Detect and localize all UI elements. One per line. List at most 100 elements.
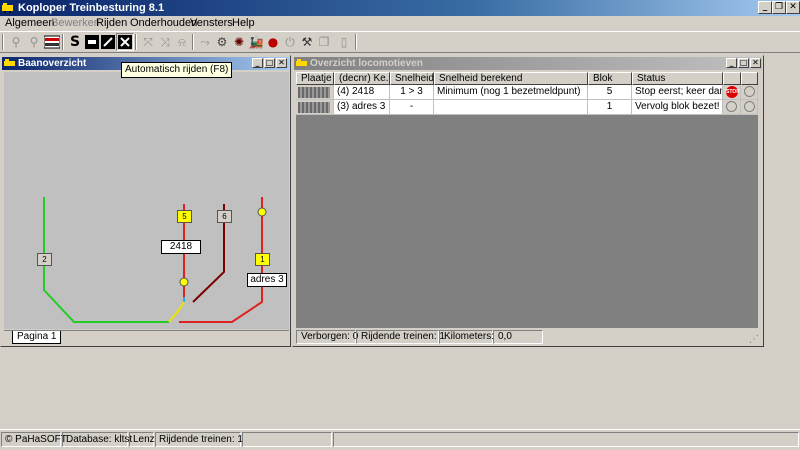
table-cell-light[interactable] bbox=[741, 100, 758, 115]
table-cell-stop[interactable]: STOP bbox=[723, 85, 741, 100]
menu-algemeen[interactable]: Algemeen bbox=[5, 17, 55, 30]
signal-light[interactable] bbox=[179, 277, 189, 287]
table-cell-block[interactable]: 1 bbox=[588, 100, 632, 115]
indicator-light-icon[interactable] bbox=[726, 101, 737, 112]
column-header[interactable]: (decnr) Ke... bbox=[334, 72, 390, 85]
block-label[interactable]: 2 bbox=[37, 253, 52, 266]
table-cell-block[interactable]: 5 bbox=[588, 85, 632, 100]
window-close-button[interactable]: ✕ bbox=[276, 58, 287, 68]
table-cell-light[interactable] bbox=[741, 85, 758, 100]
toolbar-separator bbox=[355, 34, 357, 50]
page-tabs: Pagina 1 bbox=[4, 330, 289, 345]
booster-icon[interactable] bbox=[43, 33, 61, 51]
restore-button[interactable]: ❐ bbox=[772, 1, 786, 14]
column-header[interactable]: Plaatje bbox=[296, 72, 334, 85]
toolbar: ⚲ ⚲ S ⤧ ⤨ ⍾ ⤳ ⚙ ✺ 🚂 ● ⏻ ⚒ ❐ ▯ bbox=[0, 31, 800, 53]
train-icon bbox=[4, 59, 15, 66]
loco-label[interactable]: adres 3 bbox=[247, 273, 287, 287]
status-system: Lenz bbox=[129, 432, 155, 447]
locomotive-table: Plaatje (decnr) Ke... Snelheid Snelheid … bbox=[296, 72, 758, 328]
table-cell-status[interactable]: Stop eerst; keer dan! bbox=[632, 85, 723, 100]
block-label[interactable]: 5 bbox=[177, 210, 192, 223]
status-driving: Rijdende treinen: 1 bbox=[155, 432, 243, 447]
table-cell-computed[interactable]: Minimum (nog 1 bezetmeldpunt) bbox=[434, 85, 588, 100]
menu-bar: Algemeen Bewerken Rijden Onderhouden Ven… bbox=[0, 16, 800, 31]
table-cell-plaatje bbox=[296, 85, 334, 100]
page-icon[interactable]: ▯ bbox=[335, 33, 353, 51]
status-panel bbox=[242, 432, 332, 447]
column-header[interactable]: Status bbox=[632, 72, 723, 85]
app-title-bar: Koploper Treinbesturing 8.1 _ ❐ ✕ bbox=[0, 0, 800, 16]
table-cell-name[interactable]: (3) adres 3 bbox=[334, 100, 390, 115]
locomotive-icon[interactable]: 🚂 bbox=[247, 33, 265, 51]
s-button[interactable]: S bbox=[66, 33, 84, 51]
locomotive-image bbox=[298, 87, 330, 98]
menu-onderhouden[interactable]: Onderhouden bbox=[130, 17, 197, 30]
tools-icon[interactable]: ⚒ bbox=[298, 33, 316, 51]
window-minimize-button[interactable]: _ bbox=[252, 58, 263, 68]
menu-rijden[interactable]: Rijden bbox=[96, 17, 127, 30]
key-icon[interactable]: ⚲ bbox=[7, 33, 25, 51]
toolbar-separator bbox=[135, 34, 137, 50]
close-button[interactable]: ✕ bbox=[786, 1, 800, 14]
stop-sign-icon[interactable]: STOP bbox=[726, 86, 740, 98]
menu-bewerken[interactable]: Bewerken bbox=[51, 17, 100, 30]
switch-icon[interactable]: ⤳ bbox=[196, 33, 214, 51]
copy-icon[interactable]: ❐ bbox=[315, 33, 333, 51]
app-title: Koploper Treinbesturing 8.1 bbox=[18, 2, 165, 14]
manual-drive-icon[interactable] bbox=[99, 33, 117, 51]
block-label[interactable]: 1 bbox=[255, 253, 270, 266]
window-maximize-button[interactable]: □ bbox=[264, 58, 275, 68]
kilometers-label: Kilometers: bbox=[439, 330, 494, 344]
record-icon[interactable]: ● bbox=[264, 33, 282, 51]
train-app-icon bbox=[2, 3, 13, 13]
menu-help[interactable]: Help bbox=[232, 17, 255, 30]
toolbar-grip bbox=[2, 34, 4, 50]
automatic-drive-icon[interactable] bbox=[116, 33, 134, 51]
table-cell-name[interactable]: (4) 2418 bbox=[334, 85, 390, 100]
table-cell-status[interactable]: Vervolg blok bezet! bbox=[632, 100, 723, 115]
route2-icon[interactable]: ⤨ bbox=[156, 33, 174, 51]
window-maximize-button[interactable]: □ bbox=[738, 58, 749, 68]
table-cell-plaatje bbox=[296, 100, 334, 115]
overzicht-locomotieven-window: Overzicht locomotieven _ □ ✕ Plaatje (de… bbox=[292, 55, 764, 347]
table-cell-speed[interactable]: 1 > 3 bbox=[390, 85, 434, 100]
track-switch-yellow bbox=[168, 301, 185, 323]
sensor-icon[interactable]: ✺ bbox=[230, 33, 248, 51]
window-close-button[interactable]: ✕ bbox=[750, 58, 761, 68]
indicator-light-icon[interactable] bbox=[744, 86, 755, 97]
tooltip: Automatisch rijden (F8) bbox=[121, 62, 233, 78]
column-header[interactable] bbox=[723, 72, 741, 85]
table-cell-computed[interactable] bbox=[434, 100, 588, 115]
window-minimize-button[interactable]: _ bbox=[726, 58, 737, 68]
key2-icon[interactable]: ⚲ bbox=[25, 33, 43, 51]
pause-icon[interactable]: ⏻ bbox=[281, 33, 299, 51]
table-cell-speed[interactable]: - bbox=[390, 100, 434, 115]
tab-pagina-1[interactable]: Pagina 1 bbox=[12, 331, 62, 344]
track-layout-canvas[interactable]: 2 5 6 1 2418 adres 3 bbox=[4, 72, 289, 329]
overzicht-title: Overzicht locomotieven bbox=[310, 58, 423, 69]
column-header[interactable]: Snelheid bbox=[390, 72, 434, 85]
column-header[interactable] bbox=[741, 72, 758, 85]
menu-vensters[interactable]: Vensters bbox=[190, 17, 233, 30]
track-green bbox=[43, 197, 169, 323]
loco-label[interactable]: 2418 bbox=[161, 240, 201, 254]
status-bar: © PaHaSOFT Database: kltst Lenz Rijdende… bbox=[0, 429, 800, 450]
bell-icon[interactable]: ⍾ bbox=[173, 33, 191, 51]
indicator-light-icon[interactable] bbox=[744, 101, 755, 112]
signal-light[interactable] bbox=[257, 207, 267, 217]
route-icon[interactable]: ⤧ bbox=[139, 33, 157, 51]
block-label[interactable]: 6 bbox=[217, 210, 232, 223]
status-panel bbox=[333, 432, 799, 447]
resize-grip-icon[interactable]: ⋰ bbox=[749, 334, 759, 345]
train-icon bbox=[296, 59, 307, 66]
locomotive-image bbox=[298, 102, 330, 113]
settings-icon[interactable]: ⚙ bbox=[213, 33, 231, 51]
driving-count: Rijdende treinen: 1 bbox=[356, 330, 445, 344]
minimize-button[interactable]: _ bbox=[758, 1, 772, 14]
toolbar-separator bbox=[192, 34, 194, 50]
column-header[interactable]: Blok bbox=[588, 72, 632, 85]
status-database: Database: kltst bbox=[62, 432, 132, 447]
column-header[interactable]: Snelheid berekend bbox=[434, 72, 588, 85]
table-cell-stop[interactable] bbox=[723, 100, 741, 115]
